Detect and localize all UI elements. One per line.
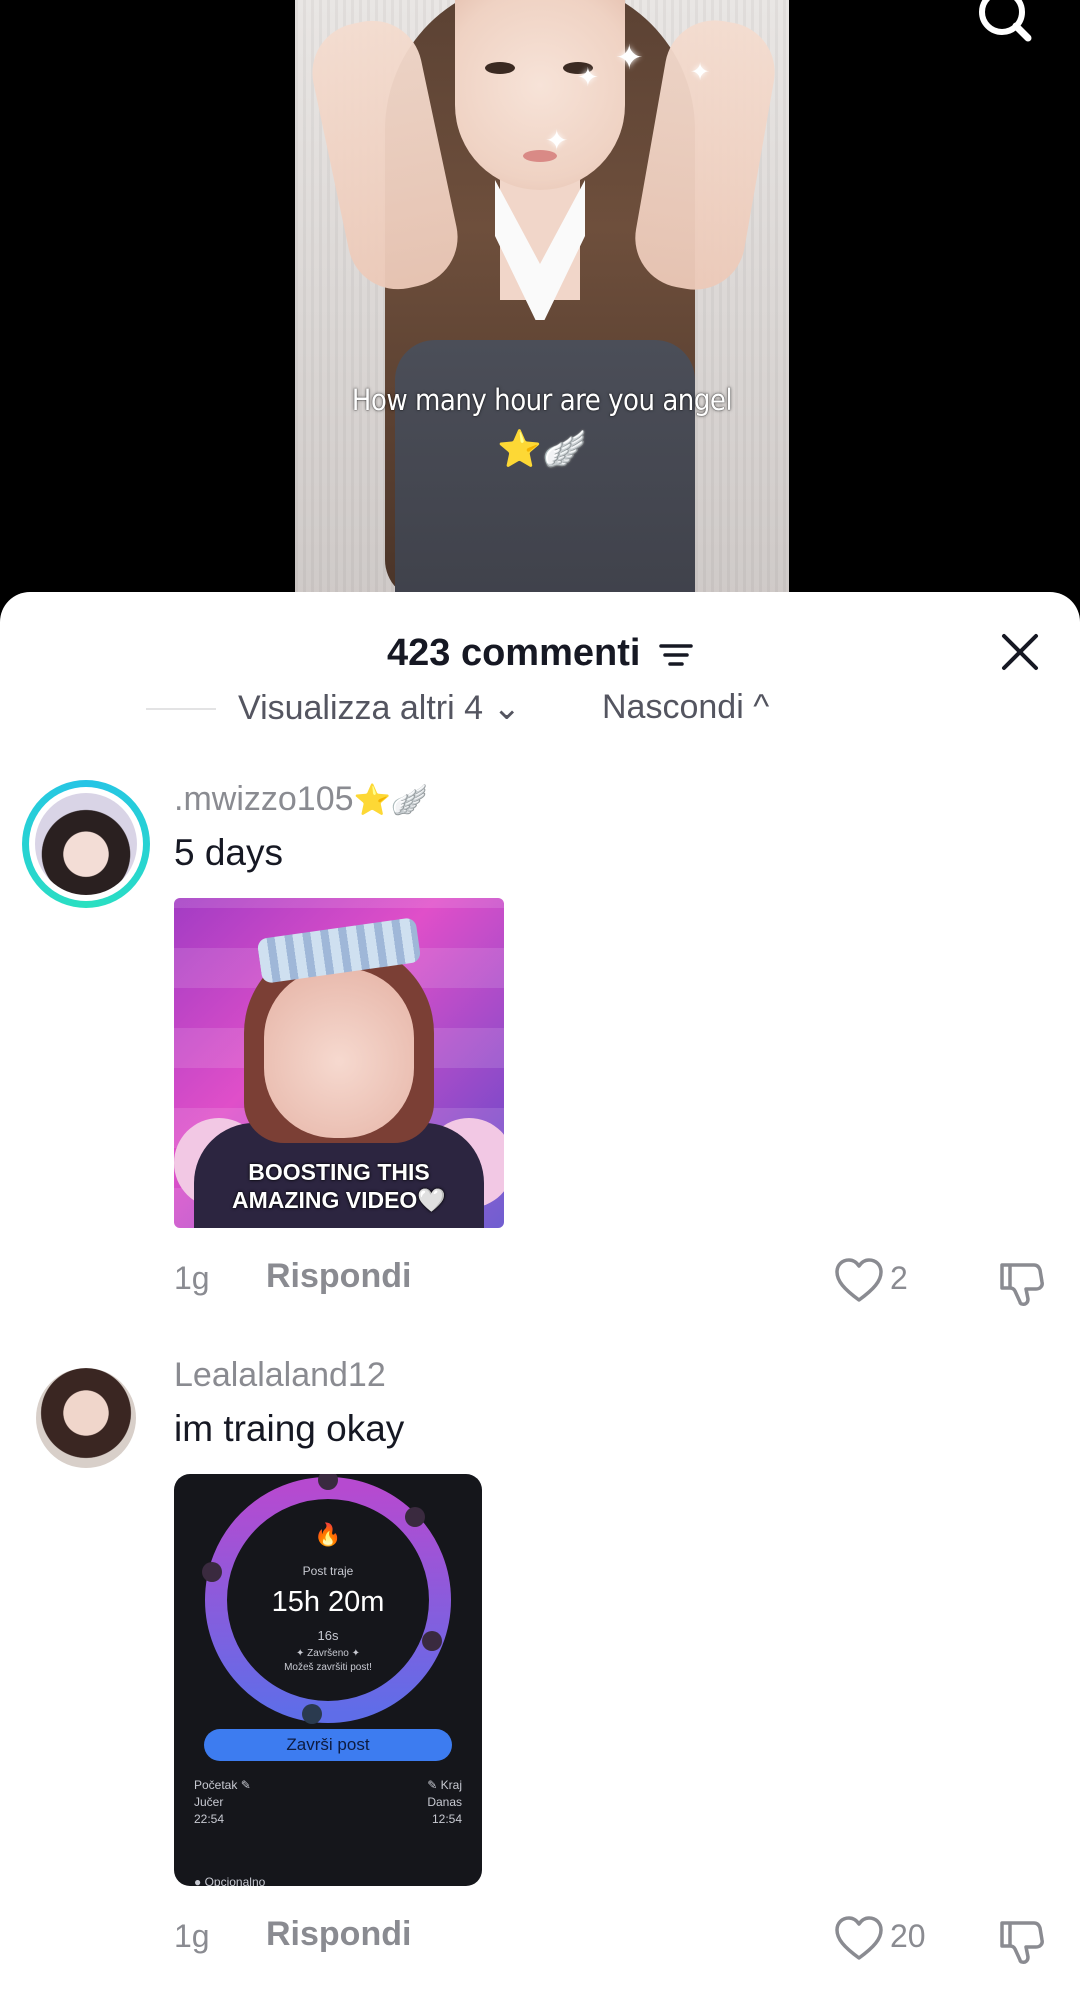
video-caption-emoji: ⭐🪽 — [295, 428, 789, 470]
comment-time: 1g — [174, 1918, 210, 1954]
attachment-label: Post traje — [302, 1564, 354, 1578]
attachment-status: ✦ Završeno ✦ — [296, 1648, 360, 1659]
image-figure-face — [264, 968, 414, 1138]
username-text: .mwizzo105 — [174, 780, 354, 818]
sparkle-icon: ✦ — [577, 62, 599, 92]
comment-text: 5 days — [174, 832, 284, 873]
avatar[interactable] — [36, 1368, 136, 1468]
image-caption: BOOSTING THIS AMAZING VIDEO🤍 — [174, 1158, 504, 1214]
video-frame[interactable]: ✦ ✦ ✦ ✦ How many hour are you angel ⭐🪽 — [295, 0, 789, 600]
video-figure-face — [455, 0, 625, 190]
reply-button[interactable]: Rispondi — [266, 1257, 411, 1296]
video-player[interactable]: ✦ ✦ ✦ ✦ How many hour are you angel ⭐🪽 — [0, 0, 1080, 600]
ring-marker — [302, 1704, 322, 1724]
comment-text: im traing okay — [174, 1408, 405, 1449]
attachment-seconds: 16s — [317, 1628, 339, 1643]
comments-sheet: 423 commenti Visualizza altri 4 ⌄ Nascon… — [0, 592, 1080, 1992]
hide-replies-button[interactable]: Nascondi ^ — [602, 688, 769, 727]
comments-title: 423 commenti — [0, 632, 1080, 675]
start-label: Početak ✎ — [194, 1778, 251, 1792]
sparkle-icon: ✦ — [615, 39, 644, 77]
finish-post-button: Završi post — [204, 1729, 452, 1761]
image-caption-line: BOOSTING THIS — [248, 1159, 430, 1185]
eye — [485, 62, 515, 74]
attachment-status-sub: Možeš završiti post! — [284, 1662, 372, 1673]
comment-time: 1g — [174, 1260, 210, 1296]
replies-divider — [146, 708, 216, 710]
attachment-footer: ● Opcionalno — [194, 1875, 266, 1886]
end-label: ✎ Kraj — [427, 1778, 462, 1792]
like-count: 2 — [890, 1260, 908, 1296]
comment-image[interactable]: 🔥 Post traje 15h 20m 16s ✦ Završeno ✦ Mo… — [174, 1474, 482, 1886]
comment-username[interactable]: Lealalaland12 — [174, 1356, 386, 1395]
sort-filter-icon[interactable] — [659, 641, 693, 669]
replies-controls: Visualizza altri 4 ⌄ Nascondi ^ — [0, 688, 1080, 728]
attachment-duration: 15h 20m — [271, 1586, 385, 1618]
dislike-icon[interactable] — [994, 1257, 1046, 1309]
end-day: Danas — [427, 1795, 462, 1809]
username-emoji: ⭐🪽 — [353, 784, 429, 817]
heart-icon[interactable] — [834, 1256, 884, 1306]
sparkle-icon: ✦ — [690, 59, 711, 86]
ring-marker — [405, 1507, 425, 1527]
reply-button[interactable]: Rispondi — [266, 1915, 411, 1954]
start-time: 22:54 — [194, 1812, 225, 1826]
video-figure-dress — [395, 340, 695, 600]
comments-count: 423 commenti — [386, 632, 641, 674]
comment-image[interactable]: BOOSTING THIS AMAZING VIDEO🤍 — [174, 898, 504, 1228]
start-day: Jučer — [194, 1795, 224, 1809]
heart-icon[interactable] — [834, 1914, 884, 1964]
sparkle-icon: ✦ — [545, 125, 569, 156]
wing-icon: 🪽 — [542, 428, 587, 469]
attachment-end: ✎ Kraj Danas 12:54 — [427, 1777, 462, 1828]
dislike-icon[interactable] — [994, 1915, 1046, 1967]
close-icon[interactable] — [1000, 632, 1040, 672]
end-time: 12:54 — [431, 1812, 462, 1826]
comment-username[interactable]: .mwizzo105⭐🪽 — [174, 780, 428, 819]
video-caption: How many hour are you angel — [351, 383, 733, 417]
image-caption-line: AMAZING VIDEO🤍 — [232, 1187, 446, 1213]
star-icon: ⭐ — [497, 428, 542, 469]
svg-text:🔥: 🔥 — [314, 1522, 341, 1547]
attachment-start: Početak ✎ Jučer 22:54 — [194, 1777, 251, 1828]
search-icon[interactable] — [972, 0, 1034, 46]
like-count: 20 — [890, 1918, 926, 1954]
view-more-replies-button[interactable]: Visualizza altri 4 ⌄ — [238, 688, 521, 728]
avatar[interactable] — [22, 780, 150, 908]
